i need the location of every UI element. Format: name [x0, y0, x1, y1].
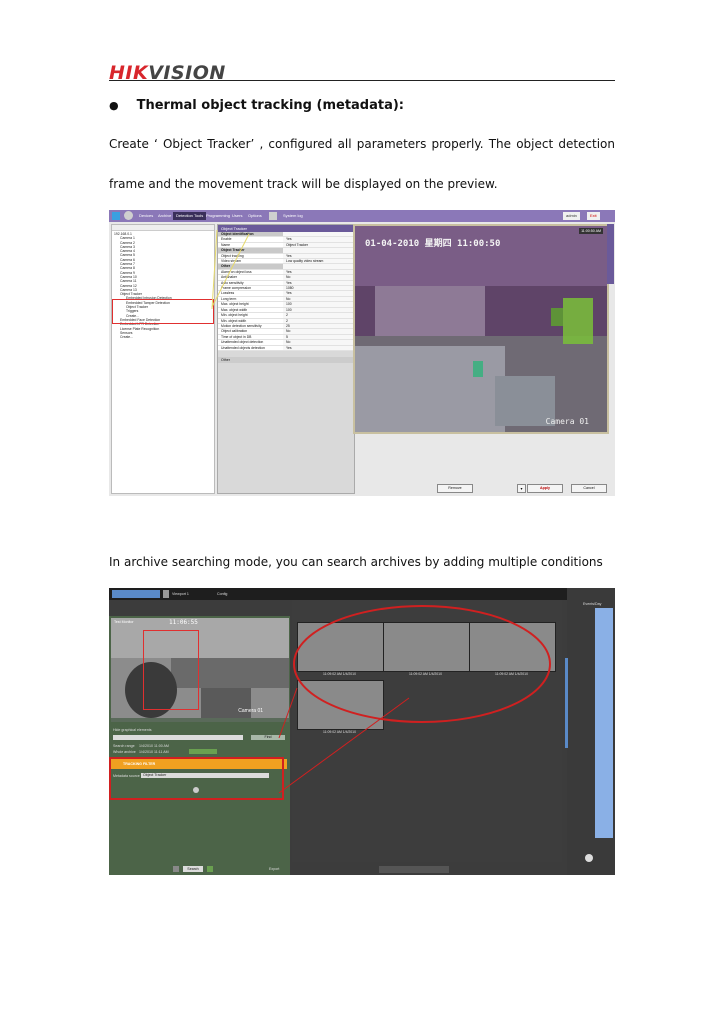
- timeline-label: Events/Day: [583, 602, 602, 606]
- annotation-line-1: [211, 233, 250, 308]
- preview-side-toolbar[interactable]: [607, 224, 614, 284]
- page-controls[interactable]: [379, 866, 449, 873]
- timeline-scroll-handle[interactable]: [565, 658, 568, 748]
- header-rule: [109, 80, 615, 81]
- remove-button[interactable]: Remove: [437, 484, 473, 493]
- apply-dropdown-icon[interactable]: ▾: [517, 484, 526, 493]
- pointer-line-1: [278, 687, 298, 739]
- apply-button[interactable]: Apply: [527, 484, 563, 493]
- results-annotation: [278, 605, 551, 794]
- tracking-box-1: [563, 298, 593, 344]
- timeline-bar[interactable]: [595, 608, 613, 838]
- thermal-scene: [355, 226, 607, 432]
- osd-time: 11:00:50 AM: [579, 228, 603, 234]
- tracking-box-2: [551, 308, 563, 326]
- pointer-line-2: [278, 697, 410, 794]
- camera-preview: 01-04-2010 星期四 11:00:50 11:00:50 AM Came…: [353, 224, 609, 434]
- paragraph-line-1: Create ‘ Object Tracker’ , configured al…: [109, 137, 615, 151]
- paragraph-archive: In archive searching mode, you can searc…: [109, 555, 603, 569]
- osd-date: 01-04-2010 星期四 11:00:50: [365, 239, 501, 249]
- paragraph-line-2: frame and the movement track will be dis…: [109, 177, 498, 191]
- heading-text: Thermal object tracking (metadata):: [136, 98, 405, 113]
- object-tracker-screenshot: Devices Archive Detection Tools Programm…: [109, 210, 615, 496]
- office-area: [375, 286, 485, 336]
- play-icon[interactable]: [585, 854, 593, 862]
- desk-foreground: [355, 346, 505, 432]
- cancel-button[interactable]: Cancel: [571, 484, 607, 493]
- osd-camera: Camera 01: [545, 417, 589, 426]
- results-ellipse: [293, 605, 551, 723]
- tracking-box-3: [473, 361, 483, 377]
- archive-search-screenshot: Viewport 1 Config Test Monitor 11:06:55 …: [109, 588, 615, 875]
- section-heading: ● Thermal object tracking (metadata):: [109, 98, 404, 113]
- annotation-line-2: [211, 229, 218, 310]
- bullet-icon: ●: [109, 99, 119, 112]
- ceiling: [355, 226, 607, 286]
